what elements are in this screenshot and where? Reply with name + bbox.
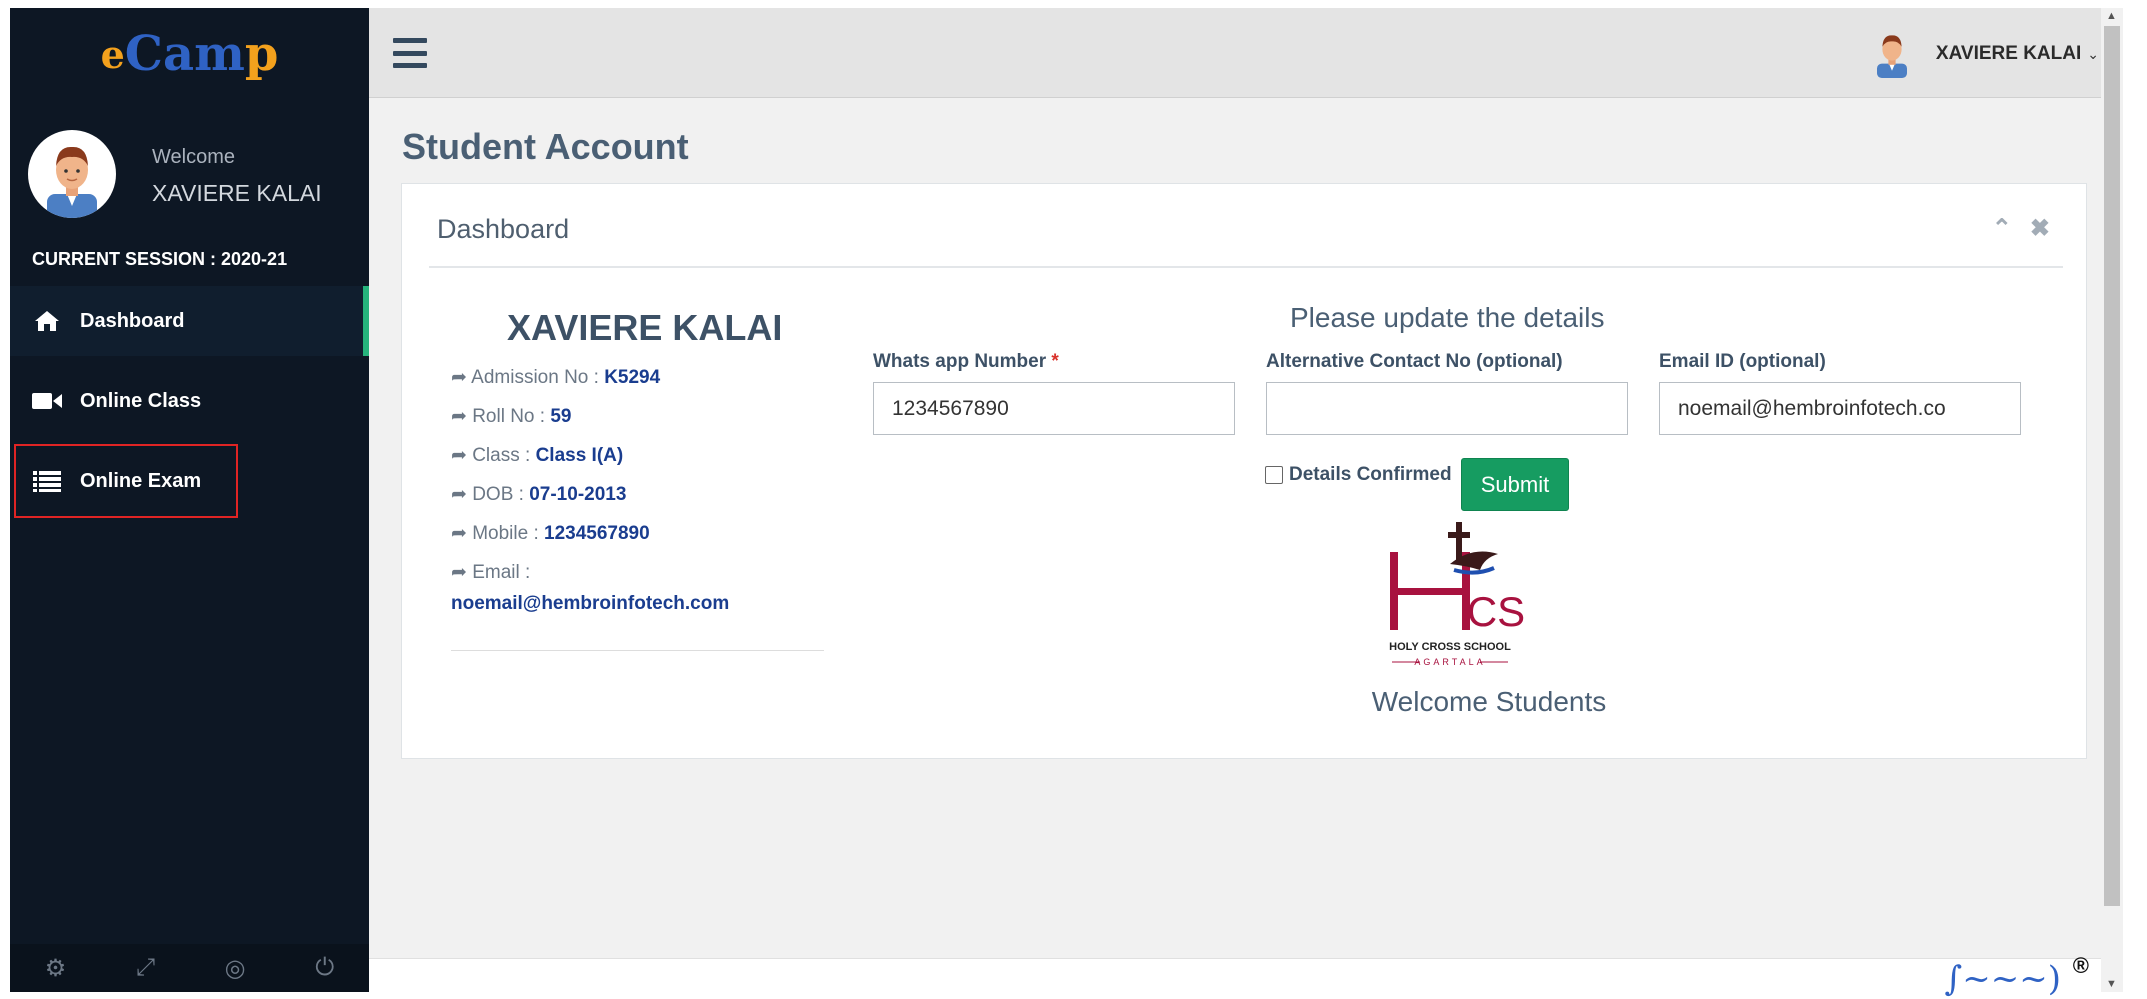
email-label: Email : [472,562,531,583]
logo-text-p: p [244,26,279,82]
submit-button[interactable]: Submit [1461,458,1569,511]
info-class: ➦ Class : Class I(A) [451,444,623,467]
collapse-icon[interactable]: ⌃ [1992,214,2012,243]
scroll-up-icon[interactable]: ▲ [2106,10,2117,22]
eye-slash-icon[interactable]: ◎ [225,954,246,983]
welcome-label: Welcome [152,146,235,168]
school-name: HOLY CROSS SCHOOL [1389,641,1511,653]
user-avatar-icon [1876,35,1907,78]
sidebar: e Cam p Welcome XAVIERE KALAI CURRENT SESS… [10,8,369,992]
panel-tools: ⌃ ✖ [1992,214,2050,243]
footer-brand-icon: ∫~~~) [1944,959,2061,999]
student-avatar-icon [47,146,97,218]
whatsapp-label: Whats app Number * [873,351,1059,373]
info-dob: ➦ DOB : 07-10-2013 [451,483,626,506]
scroll-thumb[interactable] [2104,26,2120,906]
app-window: e Cam p Welcome XAVIERE KALAI CURRENT SESS… [10,8,2123,999]
scroll-down-icon[interactable]: ▼ [2106,978,2117,990]
dob-value: 07-10-2013 [529,484,627,505]
email-id-label: Email ID (optional) [1659,351,1826,372]
mobile-value: 1234567890 [544,523,650,544]
info-divider [451,650,824,651]
page-scrollbar[interactable]: ▲ ▼ [2101,8,2123,992]
info-mobile: ➦ Mobile : 1234567890 [451,522,650,545]
sidebar-item-dashboard[interactable]: Dashboard [10,286,369,356]
required-marker: * [1051,351,1059,372]
whatsapp-label-text: Whats app Number [873,351,1047,372]
email-value: noemail@hembroinfotech.com [451,593,730,614]
chevron-down-icon: ⌄ [2087,45,2099,62]
list-icon [32,470,62,492]
home-icon [32,310,62,332]
welcome-message: Welcome Students [1371,686,1607,717]
roll-label: Roll No : [472,406,551,427]
dob-label: DOB : [472,484,530,505]
share-icon: ➦ [451,367,467,388]
mobile-label: Mobile : [472,523,545,544]
student-name: XAVIERE KALAI [507,307,783,348]
sidebar-item-label: Online Exam [80,469,202,492]
sidebar-item-label: Online Class [80,389,202,412]
school-logo: CS HOLY CROSS SCHOOL AGARTALA [1372,518,1528,668]
panel-title: Dashboard [437,214,570,244]
logo-text-e: e [100,31,125,77]
logo-text-cam: Cam [124,26,245,82]
info-roll: ➦ Roll No : 59 [451,405,571,428]
top-header: XAVIERE KALAI ⌄ [369,8,2123,98]
fullscreen-icon[interactable]: ⤢ [136,954,155,982]
avatar [28,130,116,218]
info-admission: ➦ Admission No : K5294 [451,366,660,389]
gear-icon[interactable]: ⚙ [45,954,67,983]
share-icon: ➦ [451,484,467,505]
dashboard-panel: Dashboard ⌃ ✖ XAVIERE KALAI ➦ Admission … [401,183,2087,759]
ecamp-logo[interactable]: e Cam p [10,8,369,100]
video-icon [32,391,62,411]
confirm-checkbox[interactable] [1265,466,1283,484]
admission-value: K5294 [604,367,661,388]
class-label: Class : [472,445,536,466]
user-menu[interactable]: XAVIERE KALAI ⌄ [1870,30,2099,78]
roll-value: 59 [550,406,572,427]
topbar-user-name: XAVIERE KALAI [1935,43,2082,64]
share-icon: ➦ [451,445,467,466]
registered-icon: ® [2072,953,2089,978]
details-confirmed[interactable]: Details Confirmed [1265,464,1452,486]
page-title: Student Account [402,126,689,167]
sidebar-footer: ⚙ ⤢ ◎ ⏻ [10,944,369,992]
share-icon: ➦ [451,406,467,427]
sidebar-item-online-exam[interactable]: Online Exam [14,444,238,518]
share-icon: ➦ [451,523,467,544]
menu-toggle-icon[interactable] [393,38,427,68]
share-icon: ➦ [451,562,467,583]
sidebar-user-name: XAVIERE KALAI [152,180,322,206]
update-title: Please update the details [1290,302,1605,333]
confirm-label: Details Confirmed [1289,464,1452,485]
whatsapp-input[interactable] [873,382,1235,435]
sidebar-item-label: Dashboard [80,309,185,332]
alt-contact-input[interactable] [1266,382,1628,435]
class-value: Class I(A) [535,445,624,466]
power-icon[interactable]: ⏻ [315,954,334,982]
school-initials-text: CS [1467,588,1525,635]
close-icon[interactable]: ✖ [2030,214,2050,243]
alt-contact-label: Alternative Contact No (optional) [1266,351,1563,372]
holy-cross-logo-icon: CS HOLY CROSS SCHOOL AGARTALA [1372,518,1528,668]
info-email-value: noemail@hembroinfotech.com [451,593,729,615]
footer-strip: ∫~~~) ® [369,953,2101,999]
sidebar-item-online-class[interactable]: Online Class [10,366,369,436]
email-id-input[interactable] [1659,382,2021,435]
info-email: ➦ Email : [451,561,530,584]
panel-divider [429,266,2063,268]
current-session: CURRENT SESSION : 2020-21 [32,249,288,269]
admission-label: Admission No : [471,367,605,388]
profile-avatar [28,130,116,218]
school-city: AGARTALA [1414,657,1485,667]
